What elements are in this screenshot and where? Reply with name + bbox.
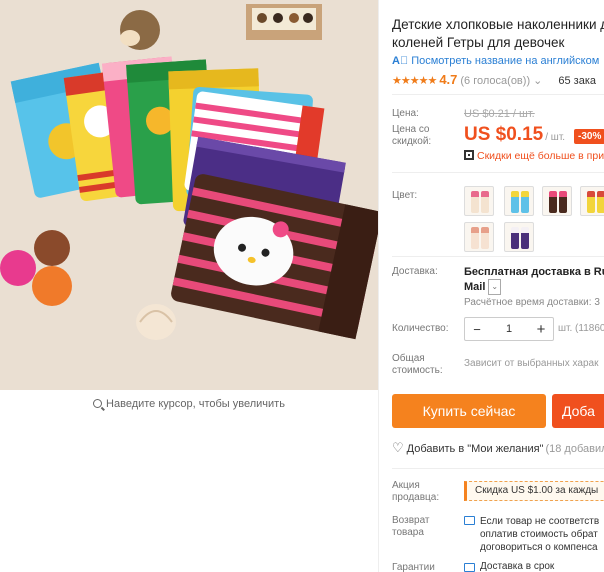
- zoom-hint-text: Наведите курсор, чтобы увеличить: [106, 398, 285, 410]
- product-title-line-1: Детские хлопковые наколенники д: [392, 17, 604, 32]
- total-label-line-2: стоимость:: [392, 365, 443, 376]
- price-label: Цена:: [392, 108, 419, 119]
- returns-label-line-1: Возврат: [392, 515, 430, 526]
- discount-price-label: Цена со скидкой:: [392, 124, 432, 147]
- current-price-value: US $0.15: [464, 124, 544, 145]
- votes-count: (6 голоса(ов)): [460, 75, 531, 87]
- shipping-label: Доставка:: [392, 266, 438, 277]
- seller-promo-label-line-1: Акция: [392, 480, 420, 491]
- app-discount-text: Скидки ещё больше в при: [477, 150, 604, 162]
- delivery-guarantee-icon: [464, 563, 475, 572]
- color-label: Цвет:: [392, 190, 418, 201]
- color-swatch-white-pink[interactable]: [464, 186, 494, 216]
- total-label: Общая стоимость:: [392, 353, 443, 377]
- translate-link-text: Посмотреть название на английском: [411, 55, 600, 67]
- rating-value: 4.7: [439, 72, 458, 87]
- add-to-wishlist-link[interactable]: ♡ Добавить в "Мои желания" (18 добавил: [392, 440, 604, 456]
- divider: [378, 0, 379, 572]
- color-swatch-white-pink-2[interactable]: [464, 222, 494, 252]
- translate-icon: A⃝: [392, 55, 409, 67]
- product-photo: [0, 0, 378, 390]
- wishlist-text: Добавить в "Мои желания": [406, 443, 544, 455]
- divider: [392, 468, 604, 469]
- rating-row: ★★★★★ 4.7 (6 голоса(ов)) ⌄ 65 зака: [392, 72, 596, 87]
- orders-count: 65 зака: [558, 75, 597, 87]
- price-unit: / шт.: [545, 132, 566, 143]
- guarantee-label: Гарантии: [392, 562, 435, 572]
- shipping-method-line-2: Mail: [464, 281, 486, 293]
- app-discount-link[interactable]: Скидки ещё больше в при: [464, 150, 604, 162]
- qr-code-icon: [464, 150, 474, 160]
- wishlist-count: (18 добавил: [545, 443, 604, 455]
- quantity-label: Количество:: [392, 323, 449, 334]
- shipping-method: Бесплатная доставка в Rus Mail ⌄: [464, 265, 604, 295]
- seller-promo-label: Акция продавца:: [392, 480, 439, 504]
- seller-coupon[interactable]: Скидка US $1.00 за кажды: [464, 481, 604, 501]
- color-swatch-blue[interactable]: [504, 186, 534, 216]
- add-to-cart-button[interactable]: Доба: [552, 394, 604, 428]
- stock-available: шт. (11860: [558, 323, 604, 334]
- color-swatch-yellow[interactable]: [580, 186, 604, 216]
- quantity-input[interactable]: 1: [489, 323, 529, 335]
- product-title-line-2: коленей Гетры для девочек: [392, 35, 565, 50]
- shipping-time: Расчётное время доставки: 3: [464, 297, 600, 308]
- buy-now-button[interactable]: Купить сейчас: [392, 394, 546, 428]
- shipping-method-line-1: Бесплатная доставка в Rus: [464, 266, 604, 278]
- reviews-link[interactable]: (6 голоса(ов)) ⌄: [460, 75, 542, 87]
- seller-promo-label-line-2: продавца:: [392, 492, 440, 503]
- old-price: US $0.21 / шт.: [464, 108, 535, 120]
- product-image[interactable]: [0, 0, 378, 390]
- returns-label-line-2: товара: [392, 527, 424, 538]
- color-swatch-brown[interactable]: [542, 186, 572, 216]
- heart-plus-icon: ♡: [392, 440, 404, 455]
- divider: [392, 172, 604, 173]
- guarantee-text: Доставка в срок: [480, 561, 555, 572]
- star-rating-icon: ★★★★★: [392, 75, 437, 87]
- current-price: US $0.15/ шт.: [464, 124, 565, 146]
- zoom-hint: Наведите курсор, чтобы увеличить: [0, 398, 378, 410]
- divider: [392, 256, 604, 257]
- return-policy-icon: [464, 516, 475, 525]
- returns-label: Возврат товара: [392, 515, 430, 539]
- shipping-dropdown-icon[interactable]: ⌄: [488, 279, 502, 295]
- quantity-decrease-button[interactable]: −: [465, 322, 489, 337]
- discount-badge: -30%: [574, 129, 604, 144]
- total-label-line-1: Общая: [392, 353, 425, 364]
- chevron-down-icon: ⌄: [533, 75, 543, 87]
- product-title: Детские хлопковые наколенники д коленей …: [392, 16, 604, 52]
- quantity-stepper: − 1 +: [464, 317, 554, 341]
- color-swatch-purple[interactable]: [504, 222, 534, 252]
- quantity-increase-button[interactable]: +: [529, 321, 553, 338]
- returns-line-2: оплатив стоимость обрат: [480, 529, 598, 540]
- total-value: Зависит от выбранных харак: [464, 358, 599, 369]
- divider: [392, 94, 604, 95]
- product-info-panel: Детские хлопковые наколенники д коленей …: [392, 0, 604, 572]
- translate-title-link[interactable]: A⃝ Посмотреть название на английском: [392, 55, 599, 67]
- returns-line-3: договориться о компенса: [480, 542, 598, 553]
- returns-line-1: Если товар не соответств: [480, 516, 600, 527]
- magnifier-icon: [93, 399, 103, 408]
- returns-info: Если товар не соответств оплатив стоимос…: [480, 515, 599, 554]
